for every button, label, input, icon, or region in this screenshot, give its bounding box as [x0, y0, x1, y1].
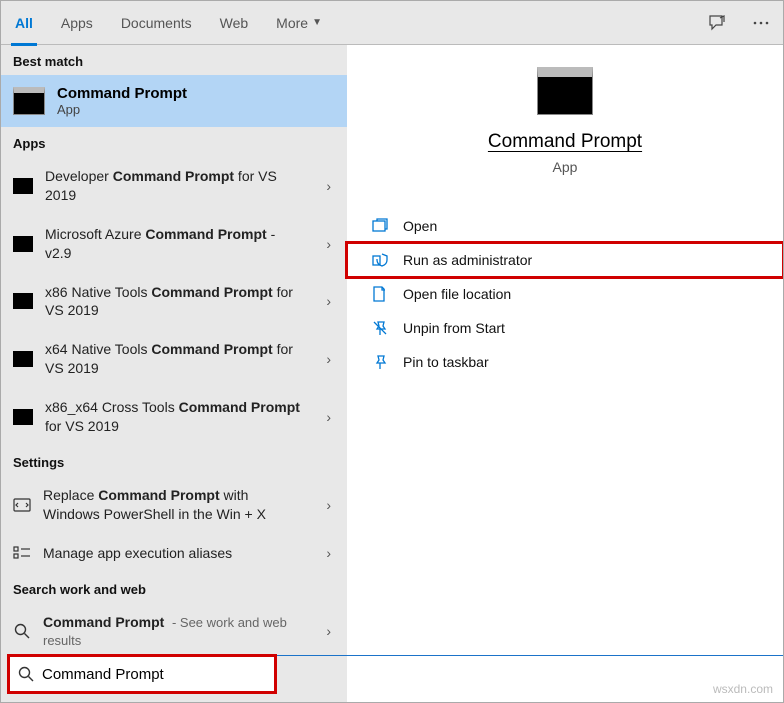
search-scope-tabs: All Apps Documents Web More▼: [1, 1, 783, 45]
open-icon: [371, 217, 389, 235]
more-options-icon[interactable]: [747, 9, 775, 37]
pin-icon: [371, 353, 389, 371]
app-icon: [13, 293, 33, 309]
tab-apps[interactable]: Apps: [47, 1, 107, 45]
chevron-right-icon[interactable]: ›: [322, 178, 335, 194]
cmd-prompt-icon-large: [537, 67, 593, 115]
tab-all[interactable]: All: [1, 1, 47, 45]
chevron-right-icon[interactable]: ›: [322, 497, 335, 513]
app-icon: [13, 236, 33, 252]
settings-list-icon: [13, 544, 31, 562]
action-open-file-location[interactable]: Open file location: [347, 277, 783, 311]
web-result-label: Command Prompt - See work and web result…: [43, 613, 310, 651]
app-result-label: x86_x64 Cross Tools Command Prompt for V…: [45, 398, 310, 436]
action-label: Unpin from Start: [403, 320, 505, 336]
action-pin-to-taskbar[interactable]: Pin to taskbar: [347, 345, 783, 379]
search-icon: [13, 622, 31, 640]
tab-web[interactable]: Web: [206, 1, 263, 45]
setting-result-item[interactable]: Replace Command Prompt with Windows Powe…: [1, 476, 347, 534]
app-result-item[interactable]: Developer Command Prompt for VS 2019 ›: [1, 157, 347, 215]
app-result-item[interactable]: x64 Native Tools Command Prompt for VS 2…: [1, 330, 347, 388]
section-apps: Apps: [1, 127, 347, 157]
details-subtitle: App: [553, 159, 578, 175]
chevron-right-icon[interactable]: ›: [322, 545, 335, 561]
search-box-highlight: [7, 654, 277, 694]
folder-icon: [371, 285, 389, 303]
action-label: Run as administrator: [403, 252, 532, 268]
app-result-label: x86 Native Tools Command Prompt for VS 2…: [45, 283, 310, 321]
settings-icon: [13, 496, 31, 514]
setting-result-item[interactable]: Manage app execution aliases ›: [1, 534, 347, 573]
chevron-right-icon[interactable]: ›: [322, 293, 335, 309]
web-result-item[interactable]: Command Prompt - See work and web result…: [1, 603, 347, 661]
cmd-prompt-icon: [13, 87, 45, 115]
chevron-right-icon[interactable]: ›: [322, 623, 335, 639]
chevron-right-icon[interactable]: ›: [322, 409, 335, 425]
chevron-down-icon: ▼: [312, 17, 322, 28]
chevron-right-icon[interactable]: ›: [322, 236, 335, 252]
section-work-web: Search work and web: [1, 573, 347, 603]
search-input[interactable]: [42, 666, 266, 683]
action-run-as-admin[interactable]: Run as administrator: [347, 243, 783, 277]
action-label: Pin to taskbar: [403, 354, 489, 370]
app-icon: [13, 409, 33, 425]
app-result-label: x64 Native Tools Command Prompt for VS 2…: [45, 340, 310, 378]
unpin-icon: [371, 319, 389, 337]
details-panel: Command Prompt App Open Run as administr…: [347, 45, 783, 702]
setting-result-label: Replace Command Prompt with Windows Powe…: [43, 486, 310, 524]
app-result-item[interactable]: x86_x64 Cross Tools Command Prompt for V…: [1, 388, 347, 446]
best-match-title: Command Prompt: [57, 85, 187, 102]
app-result-item[interactable]: Microsoft Azure Command Prompt - v2.9 ›: [1, 215, 347, 273]
action-label: Open file location: [403, 286, 511, 302]
chevron-right-icon[interactable]: ›: [322, 351, 335, 367]
shield-icon: [371, 251, 389, 269]
search-icon: [18, 666, 34, 682]
best-match-subtitle: App: [57, 102, 187, 117]
section-best-match: Best match: [1, 45, 347, 75]
watermark: wsxdn.com: [713, 682, 773, 696]
tab-documents[interactable]: Documents: [107, 1, 206, 45]
best-match-item[interactable]: Command Prompt App: [1, 75, 347, 127]
setting-result-label: Manage app execution aliases: [43, 544, 310, 563]
feedback-icon[interactable]: [703, 9, 731, 37]
app-result-item[interactable]: x86 Native Tools Command Prompt for VS 2…: [1, 273, 347, 331]
section-settings: Settings: [1, 446, 347, 476]
app-result-label: Developer Command Prompt for VS 2019: [45, 167, 310, 205]
app-icon: [13, 178, 33, 194]
divider: [277, 655, 783, 656]
action-unpin-from-start[interactable]: Unpin from Start: [347, 311, 783, 345]
results-panel: Best match Command Prompt App Apps Devel…: [1, 45, 347, 702]
details-title[interactable]: Command Prompt: [488, 131, 642, 153]
app-icon: [13, 351, 33, 367]
action-label: Open: [403, 218, 437, 234]
app-result-label: Microsoft Azure Command Prompt - v2.9: [45, 225, 310, 263]
tab-more[interactable]: More▼: [262, 1, 336, 45]
action-open[interactable]: Open: [347, 209, 783, 243]
